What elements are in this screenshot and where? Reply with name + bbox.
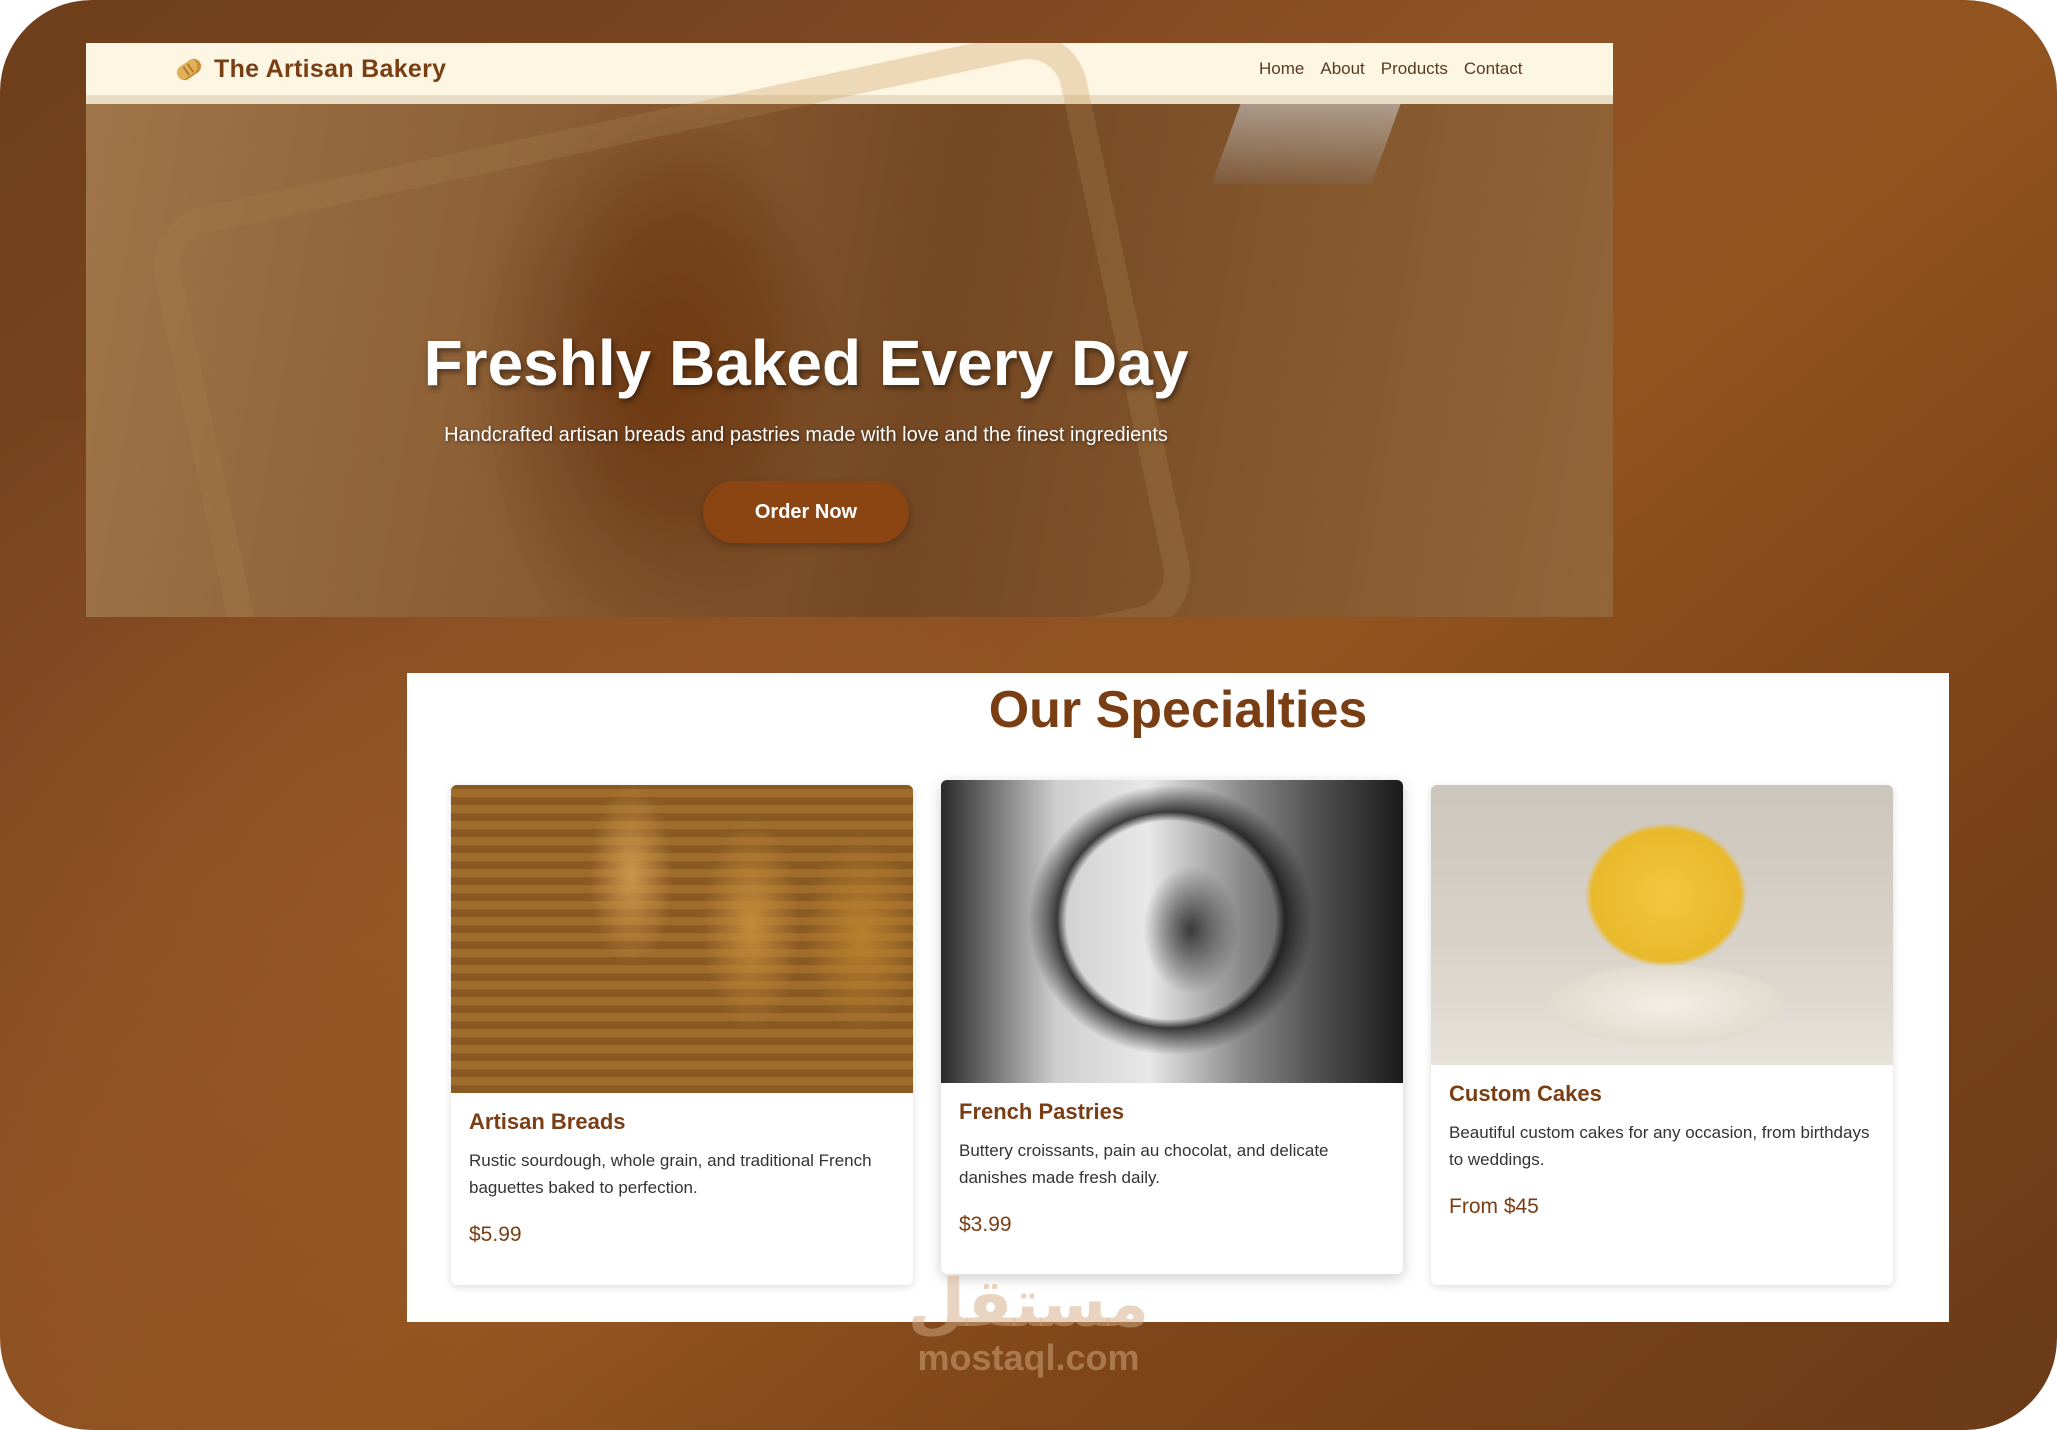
specialties-screenshot: Our Specialties Artisan Breads Rustic so…	[407, 673, 1949, 1322]
watermark-latin: mostaql.com	[917, 1337, 1140, 1378]
card-body: Artisan Breads Rustic sourdough, whole g…	[469, 1109, 895, 1247]
card-image-breads	[451, 785, 913, 1093]
card-title: French Pastries	[959, 1099, 1125, 1124]
brand-title: The Artisan Bakery	[214, 54, 447, 83]
card-description: Buttery croissants, pain au chocolat, an…	[959, 1141, 1329, 1187]
card-title: Custom Cakes	[1449, 1081, 1602, 1106]
order-now-button[interactable]: Order Now	[703, 481, 909, 543]
nav-link-products[interactable]: Products	[1381, 59, 1448, 79]
nav-links: Home About Products Contact	[1259, 43, 1522, 95]
card-body: French Pastries Buttery croissants, pain…	[959, 1099, 1385, 1237]
nav-link-about[interactable]: About	[1320, 59, 1364, 79]
hero-content: Freshly Baked Every Day Handcrafted arti…	[386, 326, 1226, 543]
nav-link-contact[interactable]: Contact	[1464, 59, 1523, 79]
nav-link-home[interactable]: Home	[1259, 59, 1304, 79]
hero-title: Freshly Baked Every Day	[423, 327, 1189, 399]
card-french-pastries[interactable]: French Pastries Buttery croissants, pain…	[941, 780, 1403, 1274]
card-price: $5.99	[469, 1223, 522, 1246]
watermark-arabic: مستقل	[907, 1266, 1150, 1340]
card-artisan-breads[interactable]: Artisan Breads Rustic sourdough, whole g…	[451, 785, 913, 1285]
card-image-pastries	[941, 780, 1403, 1083]
card-body: Custom Cakes Beautiful custom cakes for …	[1449, 1081, 1875, 1219]
specialties-title: Our Specialties	[988, 681, 1368, 739]
presentation-frame: The Artisan Bakery Home About Products C…	[0, 0, 2057, 1430]
card-title: Artisan Breads	[469, 1109, 626, 1134]
hero-screenshot: The Artisan Bakery Home About Products C…	[86, 43, 1613, 617]
bread-icon	[174, 55, 204, 83]
hero-subtitle: Handcrafted artisan breads and pastries …	[444, 424, 1168, 446]
card-description: Beautiful custom cakes for any occasion,…	[1449, 1123, 1870, 1169]
card-custom-cakes[interactable]: Custom Cakes Beautiful custom cakes for …	[1431, 785, 1893, 1285]
card-description: Rustic sourdough, whole grain, and tradi…	[469, 1151, 872, 1197]
card-price: $3.99	[959, 1213, 1012, 1236]
card-price: From $45	[1449, 1195, 1539, 1218]
brand[interactable]: The Artisan Bakery	[174, 54, 447, 84]
card-image-cakes	[1431, 785, 1893, 1065]
watermark: مستقل mostaql.com	[0, 1268, 2057, 1378]
